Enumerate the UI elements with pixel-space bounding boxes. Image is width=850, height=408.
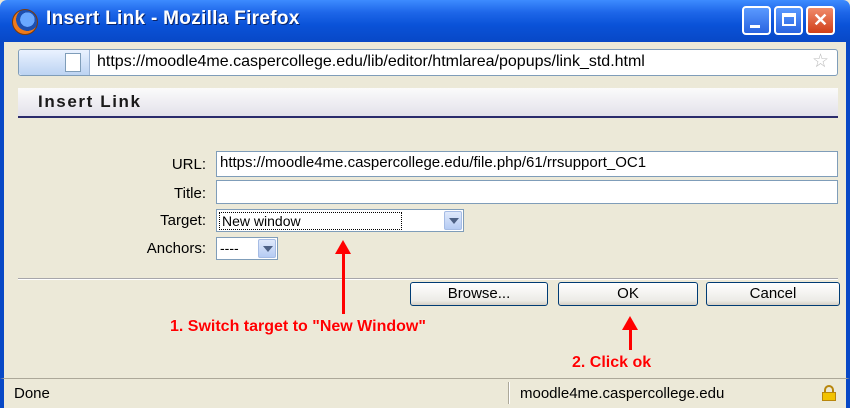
anchors-label: Anchors: [146,240,206,257]
insert-link-dialog: Insert Link URL: https://moodle4me.caspe… [0,82,850,378]
chevron-down-icon[interactable] [258,239,276,258]
cancel-button[interactable]: Cancel [706,282,840,306]
page-icon [65,53,81,72]
lock-icon[interactable] [822,385,836,401]
arrow-up-icon [622,316,638,350]
maximize-button[interactable] [774,6,803,35]
maximize-icon [782,13,796,26]
annotation-step1: 1. Switch target to "New Window" [170,318,426,335]
arrow-up-icon [335,240,351,314]
title-label: Title: [174,185,206,202]
url-input[interactable]: https://moodle4me.caspercollege.edu/file… [216,151,838,177]
status-bar: Done moodle4me.caspercollege.edu [0,378,850,408]
address-text[interactable]: https://moodle4me.caspercollege.edu/lib/… [97,53,787,71]
status-domain: moodle4me.caspercollege.edu [520,385,725,402]
lock-body [822,392,836,401]
target-select-value: New window [219,212,402,230]
divider [18,278,838,280]
window-title-bar[interactable]: Insert Link - Mozilla Firefox ✕ [0,0,850,42]
dialog-title: Insert Link [38,92,142,111]
ok-button[interactable]: OK [558,282,698,306]
url-label: URL: [171,156,206,173]
title-input[interactable] [216,180,838,204]
window-title: Insert Link - Mozilla Firefox [46,8,300,29]
target-select[interactable]: New window [216,209,464,232]
dialog-header: Insert Link [18,88,838,118]
bookmark-star-icon[interactable]: ☆ [812,52,829,72]
address-bar: https://moodle4me.caspercollege.edu/lib/… [0,42,850,82]
site-identity-button[interactable] [19,50,90,75]
annotation-step2: 2. Click ok [572,354,652,371]
anchors-select[interactable]: ---- [216,237,278,260]
target-label: Target: [160,212,206,229]
minimize-icon [750,25,760,28]
anchors-select-value: ---- [220,240,239,256]
status-divider [508,382,510,404]
url-bar[interactable]: https://moodle4me.caspercollege.edu/lib/… [18,49,838,76]
browse-button[interactable]: Browse... [410,282,548,306]
close-button[interactable]: ✕ [806,6,835,35]
minimize-button[interactable] [742,6,771,35]
status-text: Done [14,385,50,402]
close-icon: ✕ [812,10,829,30]
firefox-icon [12,9,38,35]
chevron-down-icon[interactable] [444,211,462,230]
